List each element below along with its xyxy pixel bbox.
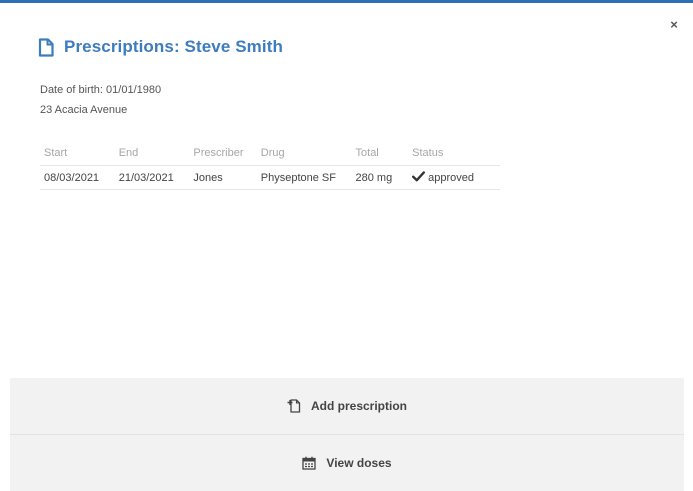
dob-value: 01/01/1980 xyxy=(106,84,162,96)
column-header-status: Status xyxy=(408,146,500,166)
dob-label: Date of birth: xyxy=(40,84,103,96)
cell-end: 21/03/2021 xyxy=(114,165,190,190)
column-header-prescriber: Prescriber xyxy=(189,146,257,166)
cell-start: 08/03/2021 xyxy=(40,165,115,190)
table-header-row: Start End Prescriber Drug Total Status xyxy=(40,146,500,166)
page-title: Prescriptions: Steve Smith xyxy=(64,37,283,56)
close-button[interactable]: × xyxy=(667,18,681,32)
cell-status: approved xyxy=(408,165,500,190)
column-header-end: End xyxy=(114,146,190,166)
cell-prescriber: Jones xyxy=(189,165,257,190)
view-doses-label: View doses xyxy=(326,456,392,470)
date-of-birth: Date of birth: 01/01/1980 xyxy=(40,80,161,100)
column-header-total: Total xyxy=(351,146,409,166)
calendar-icon xyxy=(302,456,317,470)
add-document-icon xyxy=(287,399,301,413)
patient-info: Date of birth: 01/01/1980 23 Acacia Aven… xyxy=(40,80,161,120)
cell-drug: Physeptone SF xyxy=(256,165,352,190)
patient-address: 23 Acacia Avenue xyxy=(40,104,128,116)
document-icon xyxy=(38,37,54,57)
status-label: approved xyxy=(428,172,475,184)
cell-total: 280 mg xyxy=(351,165,409,190)
add-prescription-label: Add prescription xyxy=(310,399,407,413)
table-row[interactable]: 08/03/2021 21/03/2021 Jones Physeptone S… xyxy=(40,165,500,190)
view-doses-button[interactable]: View doses xyxy=(10,435,684,491)
dialog-top-accent-bar xyxy=(0,0,693,3)
check-icon xyxy=(412,171,426,182)
dialog-header: Prescriptions: Steve Smith xyxy=(38,37,283,57)
prescriptions-table: Start End Prescriber Drug Total Status 0… xyxy=(40,146,500,190)
add-prescription-button[interactable]: Add prescription xyxy=(10,378,684,435)
column-header-drug: Drug xyxy=(256,146,352,166)
column-header-start: Start xyxy=(40,146,115,166)
